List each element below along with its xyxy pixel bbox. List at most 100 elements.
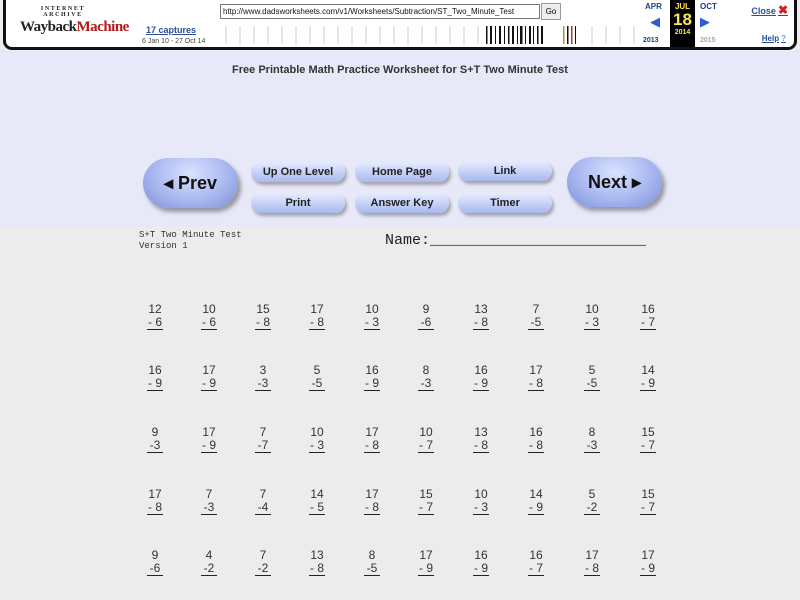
subtrahend: - 9 <box>418 561 434 576</box>
page-header: Free Printable Math Practice Worksheet f… <box>0 50 800 227</box>
subtraction-problem: 7 -7 <box>243 426 283 453</box>
close-link[interactable]: Close ✖ <box>751 3 788 17</box>
subtrahend: - 9 <box>147 376 163 391</box>
subtraction-problem: 8 -5 <box>352 549 392 576</box>
subtrahend: -6 <box>418 316 434 330</box>
subtrahend: -5 <box>528 316 544 330</box>
subtrahend: -3 <box>201 501 217 515</box>
subtraction-problem: 14- 5 <box>297 488 337 515</box>
subtrahend: - 7 <box>418 438 434 453</box>
subtraction-problem: 17- 8 <box>135 488 175 515</box>
subtraction-problem: 16- 8 <box>516 426 556 453</box>
subtraction-problem: 5 -5 <box>297 364 337 391</box>
subtraction-problem: 7 -5 <box>516 303 556 330</box>
subtrahend: -5 <box>309 377 325 391</box>
subtrahend: - 8 <box>528 376 544 391</box>
worksheet-title-line1: S+T Two Minute Test <box>139 230 242 240</box>
subtraction-problem: 10- 7 <box>406 426 446 453</box>
subtrahend: -5 <box>584 377 600 391</box>
subtrahend: - 8 <box>255 315 271 330</box>
subtrahend: - 8 <box>584 561 600 576</box>
subtraction-problem: 4 -2 <box>189 549 229 576</box>
capture-sparkline[interactable] <box>220 22 640 46</box>
subtraction-problem: 10- 3 <box>572 303 612 330</box>
help-link[interactable]: Help? <box>762 34 786 43</box>
subtraction-problem: 10- 3 <box>297 426 337 453</box>
subtrahend: - 8 <box>528 438 544 453</box>
close-icon[interactable]: ✖ <box>778 3 788 17</box>
subtrahend: - 6 <box>147 315 163 330</box>
current-year: 2014 <box>674 29 691 36</box>
subtraction-problem: 16- 9 <box>135 364 175 391</box>
subtraction-problem: 16- 9 <box>461 364 501 391</box>
subtrahend: - 9 <box>473 376 489 391</box>
subtraction-problem: 16- 7 <box>516 549 556 576</box>
next-month-link[interactable]: OCT <box>700 2 717 11</box>
subtraction-problem: 10- 6 <box>189 303 229 330</box>
subtrahend: - 7 <box>640 315 656 330</box>
subtrahend: - 3 <box>584 315 600 330</box>
subtraction-problem: 10- 3 <box>352 303 392 330</box>
subtraction-problem: 3 -3 <box>243 364 283 391</box>
wayback-toolbar: INTERNET ARCHIVE WaybackMachine 17 captu… <box>3 0 797 50</box>
subtraction-problem: 8 -3 <box>572 426 612 453</box>
answer-key-button[interactable]: Answer Key <box>355 193 449 213</box>
subtrahend: - 8 <box>364 500 380 515</box>
prev-month-link[interactable]: APR <box>645 2 662 11</box>
prev-capture-arrow-icon[interactable]: ◀ <box>650 14 660 30</box>
help-label[interactable]: Help <box>762 34 779 43</box>
subtraction-problem: 14- 9 <box>628 364 668 391</box>
subtrahend: -5 <box>364 562 380 576</box>
subtrahend: - 9 <box>528 500 544 515</box>
subtrahend: - 7 <box>640 438 656 453</box>
subtraction-problem: 17- 9 <box>189 364 229 391</box>
subtraction-problem: 14- 9 <box>516 488 556 515</box>
subtrahend: - 3 <box>309 438 325 453</box>
page-title: Free Printable Math Practice Worksheet f… <box>232 64 568 76</box>
subtraction-problem: 9 -6 <box>135 549 175 576</box>
subtrahend: -3 <box>584 439 600 453</box>
subtrahend: - 6 <box>201 315 217 330</box>
print-button[interactable]: Print <box>251 193 345 213</box>
worksheet-version: Version 1 <box>139 241 188 251</box>
link-button[interactable]: Link <box>458 161 552 181</box>
subtrahend: - 3 <box>473 500 489 515</box>
help-icon[interactable]: ? <box>781 34 786 43</box>
subtraction-problem: 5 -2 <box>572 488 612 515</box>
subtrahend: - 9 <box>640 561 656 576</box>
subtrahend: - 8 <box>309 315 325 330</box>
subtrahend: -4 <box>255 501 271 515</box>
wayback-logo[interactable]: INTERNET ARCHIVE WaybackMachine <box>20 6 129 38</box>
subtraction-problem: 13- 8 <box>297 549 337 576</box>
subtraction-problem: 8 -3 <box>406 364 446 391</box>
next-button[interactable]: Next ▸ <box>567 157 662 207</box>
subtraction-problem: 17- 9 <box>628 549 668 576</box>
subtraction-problem: 17- 8 <box>297 303 337 330</box>
next-capture-arrow-icon[interactable]: ▶ <box>700 14 710 30</box>
subtrahend: - 7 <box>528 561 544 576</box>
home-page-button[interactable]: Home Page <box>355 162 449 182</box>
subtrahend: - 9 <box>473 561 489 576</box>
timer-button[interactable]: Timer <box>458 193 552 213</box>
subtraction-problem: 15- 7 <box>406 488 446 515</box>
prev-button[interactable]: ◂ Prev <box>143 158 238 208</box>
subtraction-problem: 9 -6 <box>406 303 446 330</box>
subtrahend: - 8 <box>473 315 489 330</box>
logo-way: Wayback <box>20 19 77 35</box>
captures-link[interactable]: 17 captures <box>146 25 196 35</box>
next-year: 2015 <box>700 37 716 44</box>
subtrahend: -2 <box>255 562 271 576</box>
subtrahend: - 7 <box>418 500 434 515</box>
subtraction-problem: 17- 8 <box>516 364 556 391</box>
month-navigator: APR ◀ 2013 JUL 18 2014 OCT ▶ 2015 <box>636 0 732 47</box>
worksheet-title: S+T Two Minute Test Version 1 <box>139 230 242 252</box>
go-button[interactable]: Go <box>541 3 561 20</box>
close-label[interactable]: Close <box>751 6 776 16</box>
subtrahend: -3 <box>418 377 434 391</box>
url-input[interactable] <box>220 4 540 19</box>
current-day: 18 <box>673 10 692 29</box>
up-one-level-button[interactable]: Up One Level <box>251 162 345 182</box>
subtraction-problem: 13- 8 <box>461 303 501 330</box>
subtrahend: -7 <box>255 439 271 453</box>
subtrahend: - 8 <box>309 561 325 576</box>
